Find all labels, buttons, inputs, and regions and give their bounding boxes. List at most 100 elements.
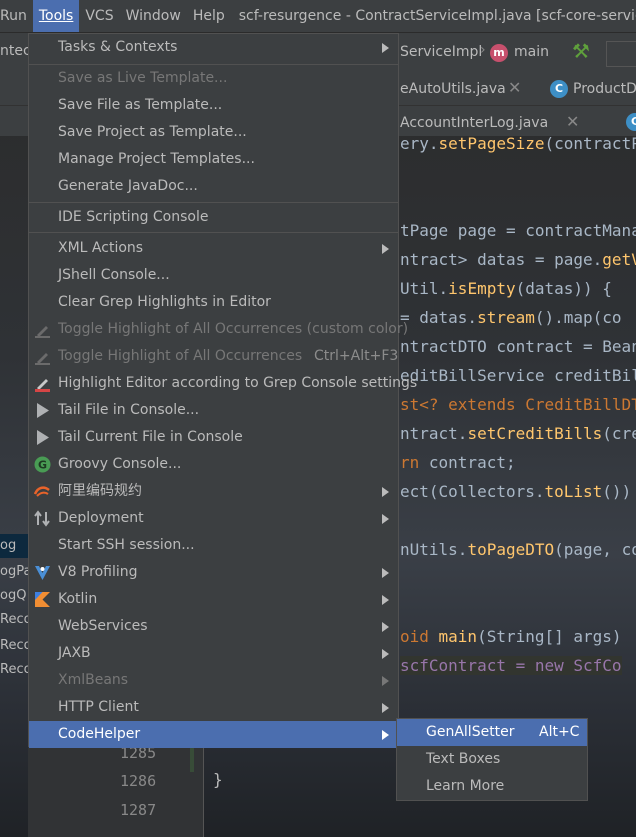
menu-vcs[interactable]: VCS <box>79 0 119 32</box>
code-line: nUtils.toPageDTO(page, co <box>400 540 636 559</box>
class-icon: C <box>626 113 636 131</box>
tools-menu: Tasks & Contexts Save as Live Template..… <box>28 33 417 748</box>
code-line: = datas.stream().map(co <box>400 308 622 327</box>
menu-item-ide-scripting[interactable]: IDE Scripting Console <box>29 204 398 231</box>
menu-item-http-client[interactable]: HTTP Client <box>29 694 398 721</box>
change-marker <box>190 748 194 772</box>
code-line: scfContract = new ScfCo <box>400 656 622 675</box>
closing-brace: } <box>213 770 223 789</box>
breadcrumb-separator-icon: › <box>480 42 486 58</box>
code-line: tPage page = contractMana <box>400 221 636 240</box>
menu-separator <box>29 202 398 203</box>
panel-item[interactable]: og <box>0 534 28 558</box>
submenu-arrow-icon <box>382 43 389 53</box>
shortcut-label: Ctrl+Alt+F3 <box>314 348 399 364</box>
menu-run[interactable]: Run <box>0 0 33 32</box>
left-tool-panel: og ogPa ogQ Reco Reco Reco <box>0 530 28 690</box>
highlighter-icon <box>35 353 50 365</box>
highlighter-icon <box>35 326 50 338</box>
submenu-arrow-icon <box>382 730 389 740</box>
submenu-arrow-icon <box>382 649 389 659</box>
menu-item-generate-javadoc[interactable]: Generate JavaDoc... <box>29 173 398 200</box>
submenu-arrow-icon <box>382 487 389 497</box>
menu-item-toggle-highlight[interactable]: Toggle Highlight of All Occurrences Ctrl+… <box>29 343 398 370</box>
menu-item-v8-profiling[interactable]: V8 Profiling <box>29 559 398 586</box>
editor-tab[interactable]: eAutoUtils.java <box>400 81 506 97</box>
submenu-arrow-icon <box>382 514 389 524</box>
menu-item-codehelper[interactable]: CodeHelper <box>29 721 398 748</box>
submenu-arrow-icon <box>382 703 389 713</box>
panel-item[interactable]: Reco <box>0 634 28 658</box>
code-line: oid main(String[] args) <box>400 627 622 646</box>
groovy-icon: G <box>34 456 51 473</box>
menu-item-tail-current[interactable]: Tail Current File in Console <box>29 424 398 451</box>
menu-item-jaxb[interactable]: JAXB <box>29 640 398 667</box>
line-number: 1286 <box>120 772 157 790</box>
code-line: st<? extends CreditBillDT <box>400 395 636 414</box>
alibaba-icon <box>34 486 50 497</box>
menu-item-learn-more[interactable]: Learn More <box>397 773 587 800</box>
menu-item-highlight-grep[interactable]: Highlight Editor according to Grep Conso… <box>29 370 417 397</box>
code-line: ntractDTO contract = Bean <box>400 337 636 356</box>
menu-item-tasks-contexts[interactable]: Tasks & Contexts <box>29 34 398 61</box>
menu-item-text-boxes[interactable]: Text Boxes <box>397 746 587 773</box>
menu-item-kotlin[interactable]: Kotlin <box>29 586 398 613</box>
panel-item[interactable]: Reco <box>0 608 28 632</box>
v8-icon <box>35 566 50 580</box>
submenu-arrow-icon <box>382 676 389 686</box>
shortcut-label: Alt+C <box>539 724 580 740</box>
menu-item-genallsetter[interactable]: GenAllSetter Alt+C <box>397 719 587 746</box>
menu-help[interactable]: Help <box>187 0 231 32</box>
code-line: ect(Collectors.toList()) <box>400 482 632 501</box>
menu-item-webservices[interactable]: WebServices <box>29 613 398 640</box>
menu-item-ssh-session[interactable]: Start SSH session... <box>29 532 398 559</box>
build-hammer-icon[interactable]: ⚒ <box>572 39 590 63</box>
highlighter-red-icon <box>35 379 50 392</box>
menu-item-groovy-console[interactable]: G Groovy Console... <box>29 451 398 478</box>
kotlin-icon <box>35 592 50 607</box>
menu-item-manage-templates[interactable]: Manage Project Templates... <box>29 146 398 173</box>
menu-item-alibaba-guidelines[interactable]: 阿里编码规约 <box>29 478 398 505</box>
menu-item-clear-grep[interactable]: Clear Grep Highlights in Editor <box>29 289 398 316</box>
menu-item-xml-actions[interactable]: XML Actions <box>29 235 398 262</box>
play-icon <box>37 403 49 418</box>
menu-tools[interactable]: Tools <box>32 0 80 32</box>
breadcrumb-method[interactable]: main <box>514 44 549 60</box>
menu-item-jshell[interactable]: JShell Console... <box>29 262 398 289</box>
submenu-arrow-icon <box>382 568 389 578</box>
menu-item-tail-file[interactable]: Tail File in Console... <box>29 397 398 424</box>
window-title: scf-resurgence - ContractServiceImpl.jav… <box>238 8 636 24</box>
menu-item-save-project-template[interactable]: Save Project as Template... <box>29 119 398 146</box>
menu-item-deployment[interactable]: Deployment <box>29 505 398 532</box>
editor-tab[interactable]: ProductDT <box>573 81 636 97</box>
code-line: editBillService creditBil <box>400 366 636 385</box>
submenu-arrow-icon <box>382 595 389 605</box>
play-icon <box>37 430 49 445</box>
menu-item-toggle-highlight-custom[interactable]: Toggle Highlight of All Occurrences (cus… <box>29 316 408 343</box>
menu-item-save-file-template[interactable]: Save File as Template... <box>29 92 398 119</box>
menu-bar: Run Tools VCS Window Help scf-resurgence… <box>0 0 636 33</box>
line-number: 1287 <box>120 801 157 819</box>
panel-item[interactable]: ogQ <box>0 584 28 608</box>
panel-item[interactable]: Reco <box>0 658 28 682</box>
navbar-fragment: ntec <box>0 43 31 59</box>
run-config-selector[interactable] <box>606 41 636 67</box>
method-icon: m <box>490 44 508 62</box>
menu-item-xmlbeans[interactable]: XmlBeans <box>29 667 398 694</box>
menu-window[interactable]: Window <box>120 0 187 32</box>
editor-tab[interactable]: AccountInterLog.java <box>400 115 548 131</box>
menu-item-save-live-template[interactable]: Save as Live Template... <box>29 65 398 92</box>
submenu-arrow-icon <box>382 244 389 254</box>
code-line: ery.setPageSize(contractP <box>400 134 636 153</box>
code-line: ntract> datas = page.getV <box>400 250 636 269</box>
code-line: Util.isEmpty(datas)) { <box>400 279 612 298</box>
close-tab-icon[interactable]: ✕ <box>508 78 521 97</box>
code-line: rn contract; <box>400 453 516 472</box>
panel-item[interactable]: ogPa <box>0 560 28 584</box>
submenu-arrow-icon <box>382 622 389 632</box>
deployment-icon <box>34 510 50 527</box>
breadcrumb-class[interactable]: ServiceImpl <box>400 44 482 60</box>
close-tab-icon[interactable]: ✕ <box>566 112 579 131</box>
line-number-gutter: 1285 1286 1287 <box>28 740 203 837</box>
gutter-divider <box>203 740 204 837</box>
